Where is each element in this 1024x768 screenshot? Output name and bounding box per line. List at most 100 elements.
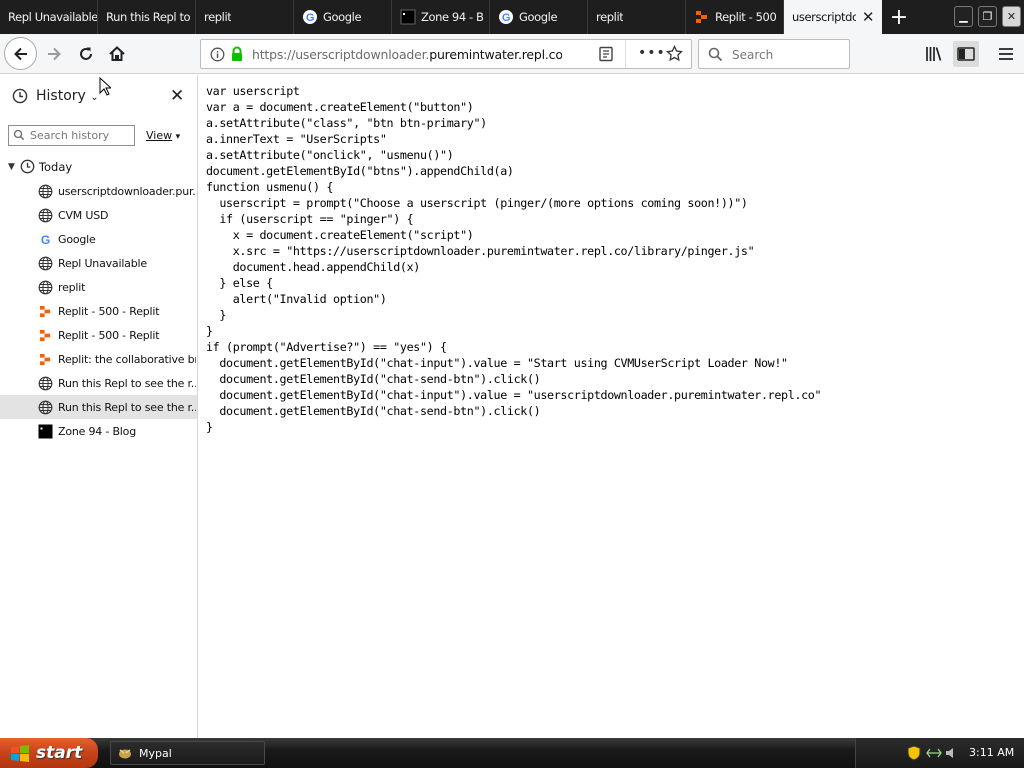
history-item[interactable]: G Google bbox=[0, 227, 197, 251]
history-item[interactable]: Repl Unavailable bbox=[0, 251, 197, 275]
tab-replit-2[interactable]: replit bbox=[588, 0, 686, 34]
history-item-label: replit bbox=[58, 280, 86, 294]
history-item-label: Replit - 500 - Replit bbox=[58, 328, 160, 342]
taskbar-item-label: Mypal bbox=[139, 746, 172, 760]
url-host: puremintwater.repl.co bbox=[429, 47, 562, 62]
view-menu-button[interactable]: View ▾ bbox=[146, 129, 180, 142]
reader-view-icon[interactable] bbox=[598, 46, 614, 65]
history-item[interactable]: CVM USD bbox=[0, 203, 197, 227]
windows-logo-icon bbox=[10, 744, 30, 762]
taskbar-item-mypal[interactable]: Mypal bbox=[110, 741, 265, 765]
history-sidebar: History ⌄ ✕ Search history View ▾ ▼ Toda… bbox=[0, 75, 198, 738]
history-item[interactable]: Run this Repl to see the r... bbox=[0, 371, 197, 395]
twisty-expanded-icon[interactable]: ▼ bbox=[8, 162, 15, 172]
tab-title: Replit - 500 bbox=[715, 10, 777, 24]
history-item[interactable]: userscriptdownloader.pur... bbox=[0, 179, 197, 203]
tab-run-this-repl[interactable]: Run this Repl to bbox=[98, 0, 196, 34]
forward-button[interactable] bbox=[40, 40, 68, 68]
home-icon bbox=[109, 46, 125, 61]
view-label: View bbox=[146, 129, 173, 142]
clock: 3:11 AM bbox=[969, 746, 1015, 759]
lock-icon[interactable] bbox=[230, 46, 244, 65]
tab-userscriptdownloader[interactable]: userscriptdo ✕ bbox=[784, 0, 882, 34]
tab-strip: Repl Unavailable Run this Repl to replit… bbox=[0, 0, 1024, 34]
search-box[interactable]: Search bbox=[698, 39, 850, 69]
google-icon: G bbox=[498, 9, 514, 25]
search-icon bbox=[708, 47, 723, 65]
start-label: start bbox=[36, 743, 83, 763]
tab-repl-unavailable[interactable]: Repl Unavailable bbox=[0, 0, 98, 34]
replit-icon bbox=[694, 9, 710, 25]
address-bar[interactable]: https://userscriptdownloader.puremintwat… bbox=[200, 39, 692, 69]
close-tab-icon[interactable]: ✕ bbox=[862, 8, 875, 26]
url-prefix: https://userscriptdownloader. bbox=[252, 47, 430, 62]
network-icon[interactable] bbox=[926, 746, 942, 763]
tab-title: replit bbox=[204, 10, 232, 24]
globe-icon bbox=[38, 400, 53, 415]
replit-icon bbox=[38, 328, 53, 343]
tab-title: Zone 94 - B bbox=[421, 10, 484, 24]
history-item-label: CVM USD bbox=[58, 208, 109, 222]
chevron-down-icon: ⌄ bbox=[90, 92, 99, 103]
tab-google[interactable]: G Google bbox=[294, 0, 392, 34]
info-icon[interactable] bbox=[210, 47, 225, 65]
zone94-icon bbox=[400, 9, 416, 25]
minimize-button[interactable]: ▁ bbox=[954, 6, 973, 27]
url-text[interactable]: https://userscriptdownloader.puremintwat… bbox=[252, 47, 562, 62]
google-icon: G bbox=[38, 232, 53, 247]
tab-title: Repl Unavailable bbox=[8, 10, 97, 24]
library-icon[interactable] bbox=[924, 44, 944, 64]
history-item[interactable]: Replit - 500 - Replit bbox=[0, 299, 197, 323]
forward-arrow-icon bbox=[48, 47, 61, 61]
history-item-label: Replit: the collaborative br... bbox=[58, 352, 196, 366]
taskbar: start Mypal 3:11 AM bbox=[0, 738, 1024, 768]
menu-icon[interactable] bbox=[996, 44, 1016, 64]
volume-icon[interactable] bbox=[944, 746, 958, 763]
globe-icon bbox=[38, 184, 53, 199]
search-icon bbox=[13, 129, 25, 144]
globe-icon bbox=[38, 256, 53, 271]
history-item[interactable]: Replit - 500 - Replit bbox=[0, 323, 197, 347]
history-item-label: Replit - 500 - Replit bbox=[58, 304, 160, 318]
replit-icon bbox=[38, 352, 53, 367]
history-search-input[interactable]: Search history bbox=[8, 125, 135, 146]
close-sidebar-icon[interactable]: ✕ bbox=[170, 86, 184, 106]
history-search-placeholder: Search history bbox=[30, 129, 110, 142]
sidebar-toggle-icon[interactable] bbox=[953, 41, 979, 67]
tab-replit-500[interactable]: Replit - 500 bbox=[686, 0, 784, 34]
mypal-icon bbox=[117, 746, 133, 760]
globe-icon bbox=[38, 280, 53, 295]
history-item-label: Run this Repl to see the r... bbox=[58, 400, 196, 414]
restore-button[interactable]: ❐ bbox=[978, 6, 997, 27]
history-item-label: userscriptdownloader.pur... bbox=[58, 184, 196, 198]
page-actions-icon[interactable]: ••• bbox=[638, 45, 666, 61]
history-item[interactable]: Zone 94 - Blog bbox=[0, 419, 197, 443]
history-item[interactable]: Run this Repl to see the r... bbox=[0, 395, 197, 419]
history-item[interactable]: replit bbox=[0, 275, 197, 299]
home-button[interactable] bbox=[103, 40, 131, 68]
system-tray: 3:11 AM bbox=[855, 738, 1024, 768]
page-content: var userscript var a = document.createEl… bbox=[199, 75, 1024, 738]
tab-zone94[interactable]: Zone 94 - B bbox=[392, 0, 490, 34]
back-button[interactable] bbox=[4, 37, 37, 70]
tab-replit[interactable]: replit bbox=[196, 0, 294, 34]
start-button[interactable]: start bbox=[0, 738, 98, 768]
shield-icon[interactable] bbox=[907, 745, 921, 764]
new-tab-button[interactable]: + bbox=[884, 0, 914, 34]
script-source-text: var userscript var a = document.createEl… bbox=[206, 84, 822, 434]
chevron-down-icon: ▾ bbox=[175, 132, 181, 142]
back-arrow-icon bbox=[13, 47, 27, 60]
urlbar-divider bbox=[625, 40, 626, 68]
svg-text:G: G bbox=[306, 12, 314, 24]
tab-google-2[interactable]: G Google bbox=[490, 0, 588, 34]
history-item[interactable]: Replit: the collaborative br... bbox=[0, 347, 197, 371]
bookmark-star-icon[interactable] bbox=[666, 44, 683, 65]
sidebar-title-dropdown[interactable]: History ⌄ bbox=[36, 88, 99, 104]
history-clock-icon bbox=[12, 88, 28, 107]
history-item-label: Run this Repl to see the r... bbox=[58, 376, 196, 390]
group-label: Today bbox=[38, 159, 73, 174]
history-group-today[interactable]: ▼ Today bbox=[8, 159, 72, 174]
zone94-icon bbox=[38, 424, 53, 439]
reload-button[interactable] bbox=[72, 40, 100, 68]
close-window-button[interactable]: ✕ bbox=[1002, 6, 1021, 27]
